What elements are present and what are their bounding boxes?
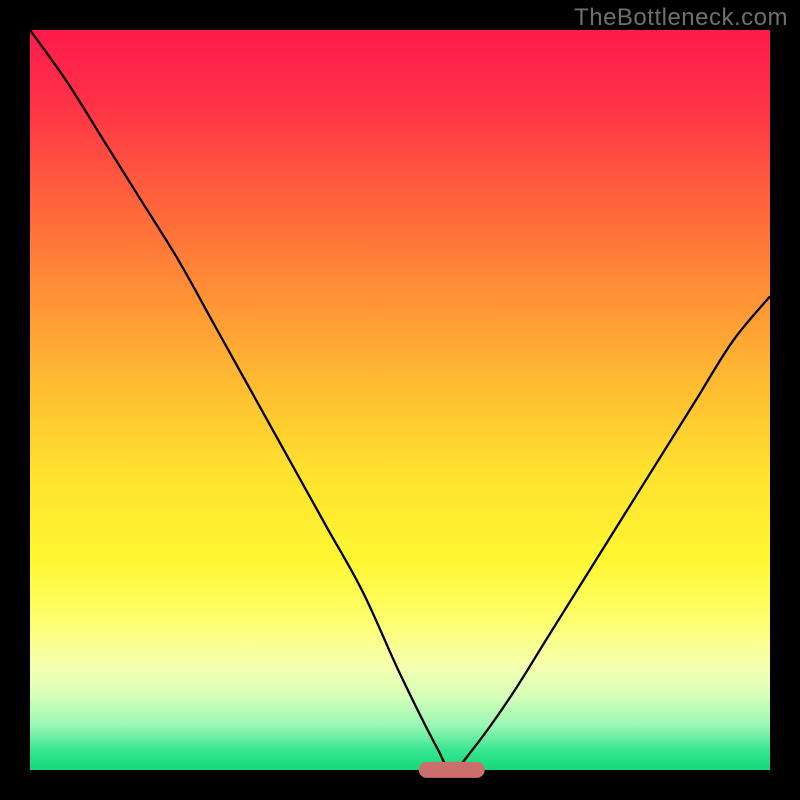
chart-stage: TheBottleneck.com <box>0 0 800 800</box>
optimal-marker <box>419 762 486 778</box>
plot-area <box>30 30 770 770</box>
watermark-text: TheBottleneck.com <box>574 4 788 32</box>
curve-path <box>30 30 770 770</box>
bottleneck-curve <box>30 30 770 770</box>
